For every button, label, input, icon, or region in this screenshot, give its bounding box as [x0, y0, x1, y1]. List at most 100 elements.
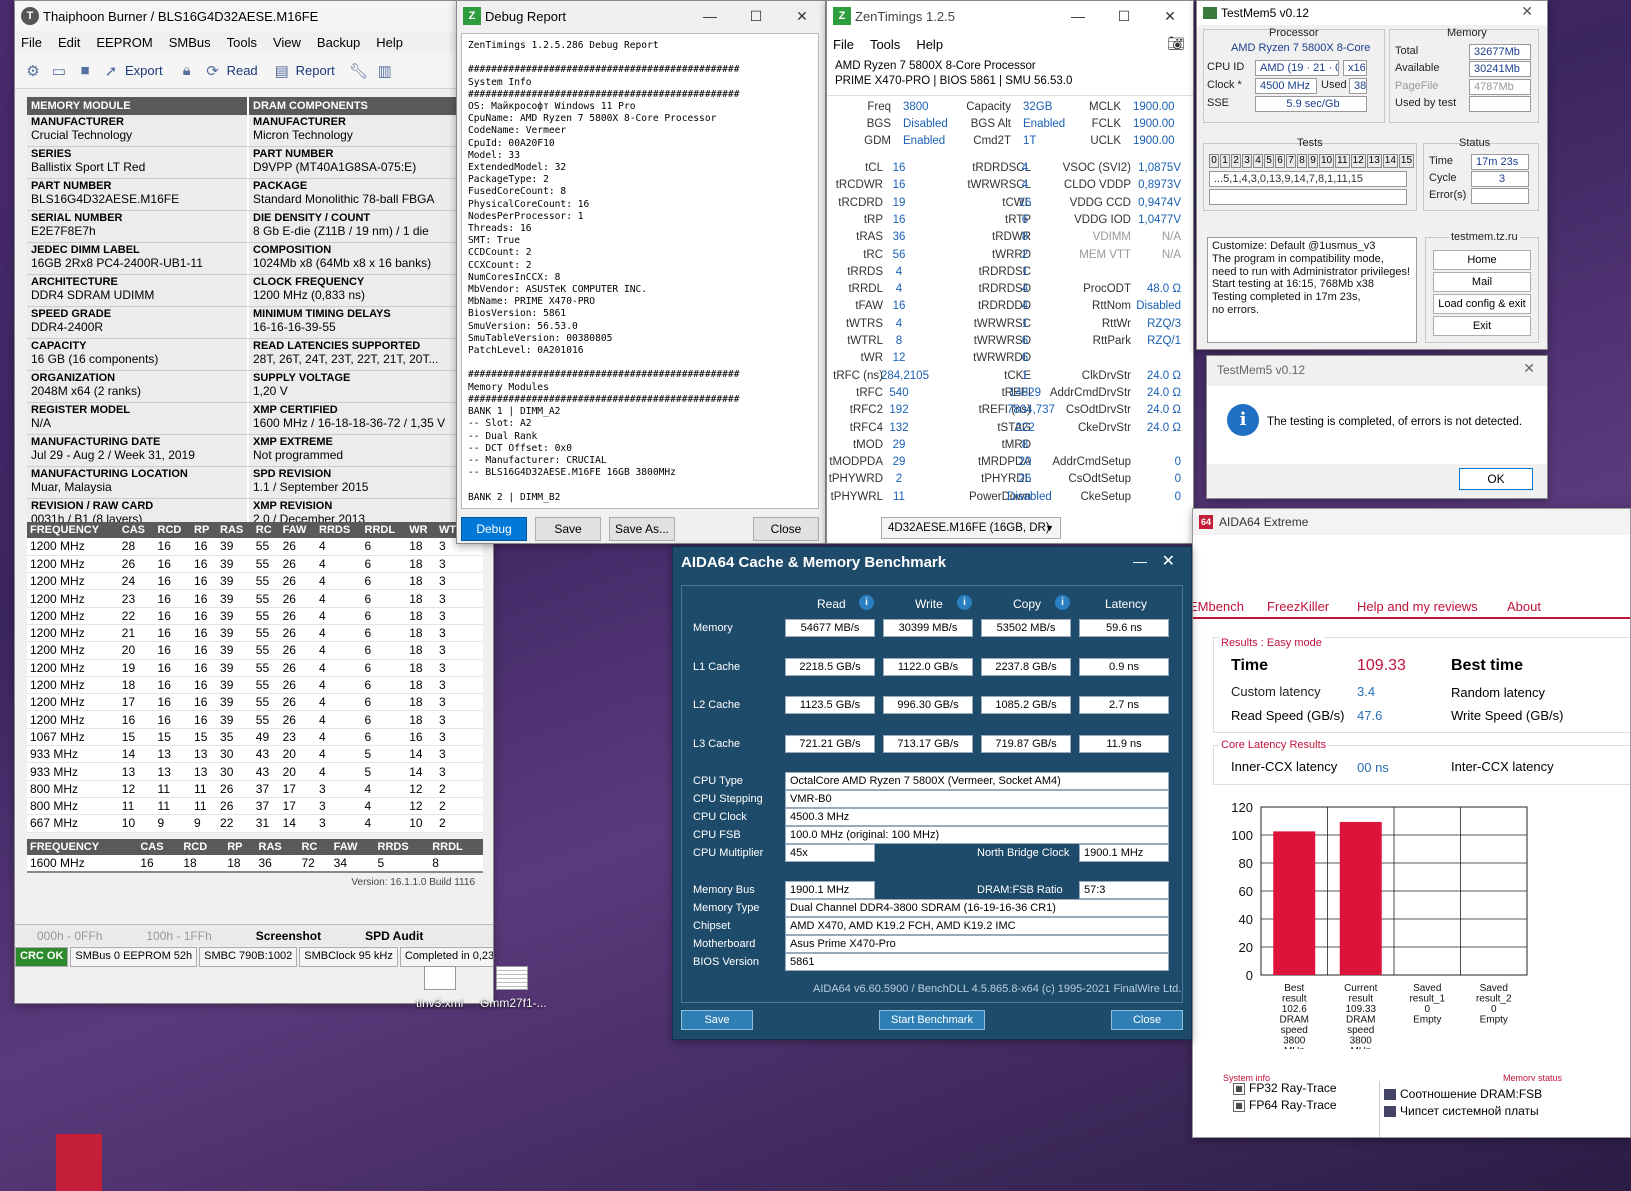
menu-file[interactable]: File [833, 37, 854, 52]
latency-cell: 39 [217, 607, 253, 625]
status-bar: CRC OK SMBus 0 EEPROM 52h SMBC 790B:1002… [15, 947, 493, 967]
menu-help[interactable]: Help [916, 37, 943, 52]
export-button[interactable]: ➚ Export [101, 61, 163, 81]
menu-help[interactable]: Help [376, 35, 403, 50]
dialog-titlebar[interactable]: TestMem5 v0.12 ✕ [1207, 356, 1547, 384]
zen-value: 32GB [1023, 101, 1053, 113]
gear-icon[interactable]: ⚙ [23, 61, 43, 81]
x-category-label: speed [1281, 1025, 1308, 1036]
minimize-icon[interactable]: — [1133, 553, 1147, 569]
zen-value: 0 [1174, 473, 1181, 486]
menu-file[interactable]: File [21, 35, 42, 50]
zen-label: MEM VTT [1079, 248, 1131, 261]
info-icon[interactable]: i [957, 595, 972, 610]
tab-help-reviews[interactable]: Help and my reviews [1357, 599, 1478, 614]
spd-audit-button[interactable]: SPD Audit [343, 929, 445, 943]
close-icon[interactable]: ✕ [779, 1, 825, 31]
latency-cell: 1200 MHz [27, 624, 119, 643]
tab-freezkiller[interactable]: FreezKiller [1267, 599, 1329, 614]
tree-item-fp64[interactable]: ▦ FP64 Ray-Trace [1233, 1098, 1363, 1112]
debug-report-text[interactable]: ZenTimings 1.2.5.286 Debug Report ######… [461, 33, 819, 509]
benchmark-row-label: Memory [693, 622, 733, 634]
tab-about[interactable]: About [1507, 599, 1541, 614]
xmp-cell: 34 [330, 855, 375, 873]
close-icon[interactable]: ✕ [1147, 1, 1193, 31]
mail-button[interactable]: Mail [1433, 272, 1531, 292]
read-button[interactable]: ⟳ Read [203, 61, 257, 81]
tree-item-chipset[interactable]: Чипсет системной платы [1384, 1104, 1629, 1118]
menu-eeprom[interactable]: EEPROM [96, 35, 152, 50]
crc-status-badge: CRC OK [15, 947, 69, 967]
debug-button[interactable]: Debug [461, 517, 527, 541]
info-icon[interactable]: i [859, 595, 874, 610]
menu-tools[interactable]: Tools [870, 37, 900, 52]
maximize-icon[interactable]: ☐ [733, 1, 779, 31]
menu-tools[interactable]: Tools [227, 35, 257, 50]
menu-view[interactable]: View [273, 35, 301, 50]
open-folder-icon[interactable]: ▭ [49, 61, 69, 81]
camera-icon[interactable]: 📷︎ [1167, 35, 1185, 52]
close-icon[interactable]: ✕ [1162, 551, 1175, 571]
screenshot-button[interactable]: Screenshot [234, 929, 343, 943]
close-icon[interactable]: ✕ [1523, 360, 1535, 377]
spd-cell: PART NUMBER D9VPP (MT40A1G8SA-075:E) [249, 147, 469, 178]
tree-item-dram-fsb[interactable]: Соотношение DRAM:FSB [1384, 1087, 1629, 1101]
menu-smbus[interactable]: SMBus [169, 35, 211, 50]
latency-cell: 16 [154, 555, 192, 574]
save-button[interactable]: Save [535, 517, 601, 541]
xml-file-icon[interactable] [424, 966, 456, 990]
results-heading: Results : Easy mode [1219, 637, 1324, 649]
smbc-status: SMBC 790B:1002 [199, 947, 298, 967]
taskbar-app-icon[interactable] [56, 1134, 102, 1191]
aida-title[interactable]: AIDA64 Cache & Memory Benchmark [673, 547, 1191, 579]
save-disk-icon[interactable]: ■ [75, 61, 95, 81]
debug-title: Debug Report [485, 8, 566, 24]
tab-100h[interactable]: 100h - 1FFh [124, 929, 233, 943]
aex-titlebar[interactable]: 64 AIDA64 Extreme [1193, 509, 1630, 535]
latency-cell: 49 [252, 728, 280, 747]
desktop-icon-2-label[interactable]: Gmm27f1-... [480, 996, 547, 1010]
exit-button[interactable]: Exit [1433, 316, 1531, 336]
start-benchmark-button[interactable]: Start Benchmark [879, 1010, 985, 1030]
debug-titlebar[interactable]: Z Debug Report — ☐ ✕ [457, 1, 825, 31]
test-log[interactable]: Customize: Default @1usmus_v3 The progra… [1207, 237, 1417, 343]
zen-titlebar[interactable]: Z ZenTimings 1.2.5 — ☐ ✕ [827, 1, 1193, 31]
document-icon[interactable]: ▥ [375, 61, 395, 81]
ok-button[interactable]: OK [1459, 468, 1533, 490]
menu-edit[interactable]: Edit [58, 35, 80, 50]
latency-column-header: FREQUENCY [27, 522, 119, 538]
tree-item-fp32[interactable]: ▦ FP32 Ray-Trace [1233, 1081, 1363, 1095]
x-category-label: Saved [1480, 983, 1508, 994]
info-icon[interactable]: i [1055, 595, 1070, 610]
zen-label: tWTRL [847, 335, 883, 347]
menu-backup[interactable]: Backup [317, 35, 360, 50]
wrench-icon[interactable]: 🔧︎ [349, 61, 369, 81]
zen-value: 0,8973V [1138, 179, 1181, 192]
home-button[interactable]: Home [1433, 250, 1531, 270]
spd-key: MANUFACTURER [253, 116, 346, 128]
report-button[interactable]: ▤ Report [272, 61, 335, 81]
tab-embench[interactable]: EMbench [1193, 599, 1244, 614]
close-button[interactable]: Close [1111, 1010, 1183, 1030]
save-button[interactable]: Save [681, 1010, 753, 1030]
testmem-titlebar[interactable]: TestMem5 v0.12 ✕ [1197, 1, 1547, 25]
close-button[interactable]: Close [753, 517, 819, 541]
save-as-button[interactable]: Save As... [609, 517, 675, 541]
minimize-icon[interactable]: — [1055, 1, 1101, 31]
latency-cell: 2 [435, 814, 483, 833]
zen-value: 1 [1021, 265, 1029, 278]
maximize-icon[interactable]: ☐ [1101, 1, 1147, 31]
lock-icon[interactable]: 🔒︎ [177, 61, 197, 81]
zen-label: CkeDrvStr [1077, 421, 1131, 434]
load-config-exit-button[interactable]: Load config & exit [1433, 294, 1531, 314]
desktop-icon-1-label[interactable]: tlnv3.xml [416, 996, 463, 1010]
document-file-icon[interactable] [496, 966, 528, 990]
latency-cell: 1200 MHz [27, 572, 119, 591]
tab-000h[interactable]: 000h - 0FFh [15, 929, 124, 943]
close-icon[interactable]: ✕ [1521, 3, 1533, 20]
module-select[interactable]: 4D32AESE.M16FE (16GB, DR) ▼ [881, 517, 1061, 539]
minimize-icon[interactable]: — [687, 1, 733, 31]
zen-value: 12 [892, 352, 906, 365]
spd-cell: SERIES Ballistix Sport LT Red [27, 147, 247, 178]
thaiphoon-titlebar[interactable]: T Thaiphoon Burner / BLS16G4D32AESE.M16F… [15, 1, 493, 31]
